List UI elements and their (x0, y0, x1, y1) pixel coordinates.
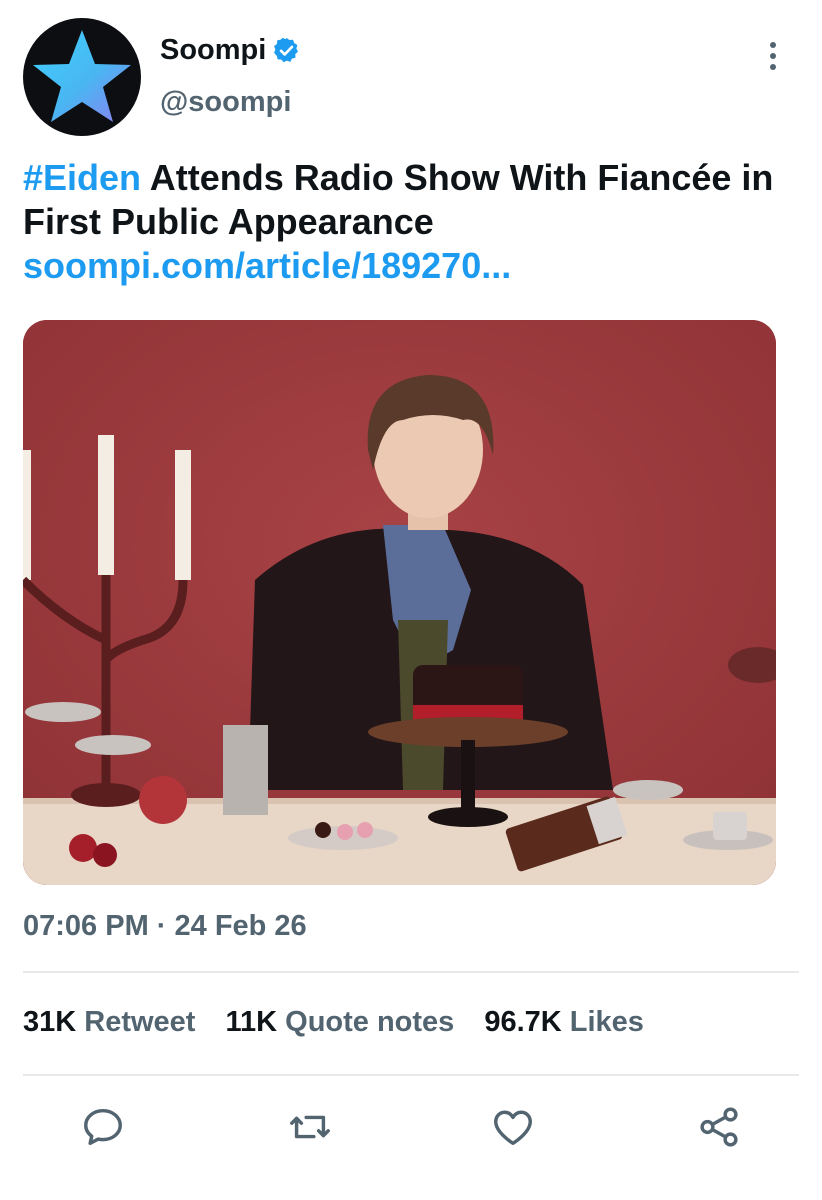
account-name[interactable]: Soompi (160, 34, 301, 67)
article-link[interactable]: soompi.com/article/189270... (23, 245, 511, 286)
avatar[interactable] (23, 18, 141, 136)
verified-badge-icon (274, 37, 299, 63)
reply-button[interactable] (80, 1104, 126, 1150)
share-button[interactable] (696, 1104, 742, 1150)
tweet-photo[interactable] (23, 320, 776, 885)
photo-illustration (23, 320, 776, 885)
quotes-stat[interactable]: 11K Quote notes (225, 1006, 454, 1039)
account-handle[interactable]: @soompi (160, 86, 291, 119)
reply-icon (84, 1108, 122, 1146)
retweets-label: Retweet (84, 1006, 196, 1038)
share-icon (700, 1107, 738, 1147)
tweet-text: #Eiden Attends Radio Show With Fiancée i… (23, 156, 793, 288)
likes-stat[interactable]: 96.7K Likes (484, 1006, 644, 1039)
more-options-icon[interactable] (762, 42, 784, 72)
retweet-icon (290, 1115, 330, 1139)
likes-count: 96.7K (484, 1006, 562, 1038)
like-icon (494, 1110, 532, 1146)
divider (23, 1074, 799, 1076)
retweets-stat[interactable]: 31K Retweet (23, 1006, 195, 1039)
engagement-stats: 31K Retweet 11K Quote notes 96.7K Likes (23, 1006, 674, 1039)
divider (23, 971, 799, 973)
retweets-count: 31K (23, 1006, 77, 1038)
likes-label: Likes (569, 1006, 644, 1038)
quotes-count: 11K (225, 1006, 278, 1038)
action-bar (0, 1104, 822, 1160)
retweet-button[interactable] (287, 1104, 333, 1150)
tweet-timestamp[interactable]: 07:06 PM · 24 Feb 26 (23, 910, 307, 943)
quotes-label: Quote notes (285, 1006, 455, 1038)
account-name-text: Soompi (160, 34, 267, 66)
hashtag-link[interactable]: #Eiden (23, 157, 141, 198)
star-logo-icon (33, 30, 131, 122)
like-button[interactable] (490, 1104, 536, 1150)
